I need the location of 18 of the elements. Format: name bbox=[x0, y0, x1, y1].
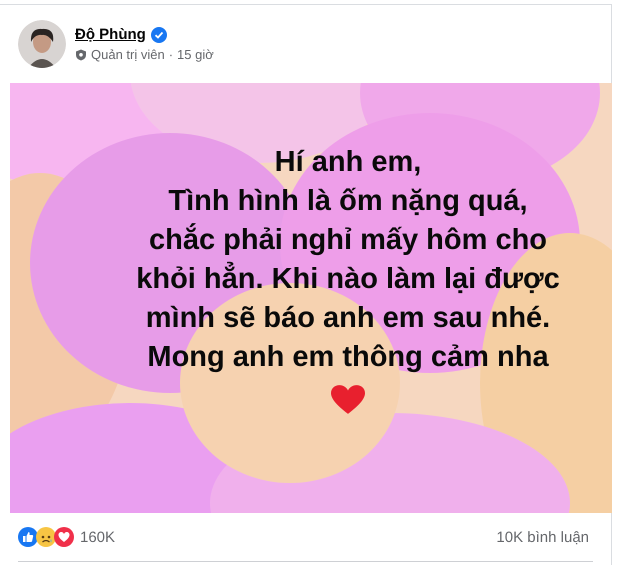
shield-icon bbox=[75, 48, 87, 60]
post-text-line: chắc phải nghỉ mấy hôm cho bbox=[148, 222, 547, 258]
comment-count[interactable]: 10K bình luận bbox=[496, 528, 589, 546]
author-name[interactable]: Độ Phùng bbox=[75, 26, 146, 43]
heart-icon bbox=[331, 385, 365, 415]
post-text-line: mình sẽ báo anh em sau nhé. bbox=[146, 301, 550, 336]
love-reaction-icon[interactable] bbox=[54, 527, 74, 547]
role-label: Quản trị viên bbox=[91, 47, 165, 62]
post-time[interactable]: 15 giờ bbox=[177, 47, 214, 62]
post-text-line: Hí anh em, bbox=[274, 145, 422, 180]
separator: · bbox=[168, 47, 174, 62]
sad-reaction-icon[interactable] bbox=[36, 527, 56, 547]
post-text-line: Tình hình là ốm nặng quá, bbox=[168, 184, 528, 219]
post-text-line: khỏi hẳn. Khi nào làm lại được bbox=[136, 260, 560, 297]
like-reaction-icon[interactable] bbox=[18, 527, 38, 547]
post-text-line: Mong anh em thông cảm nha bbox=[147, 340, 549, 375]
reaction-count[interactable]: 160K bbox=[80, 528, 116, 546]
avatar[interactable] bbox=[18, 20, 66, 68]
